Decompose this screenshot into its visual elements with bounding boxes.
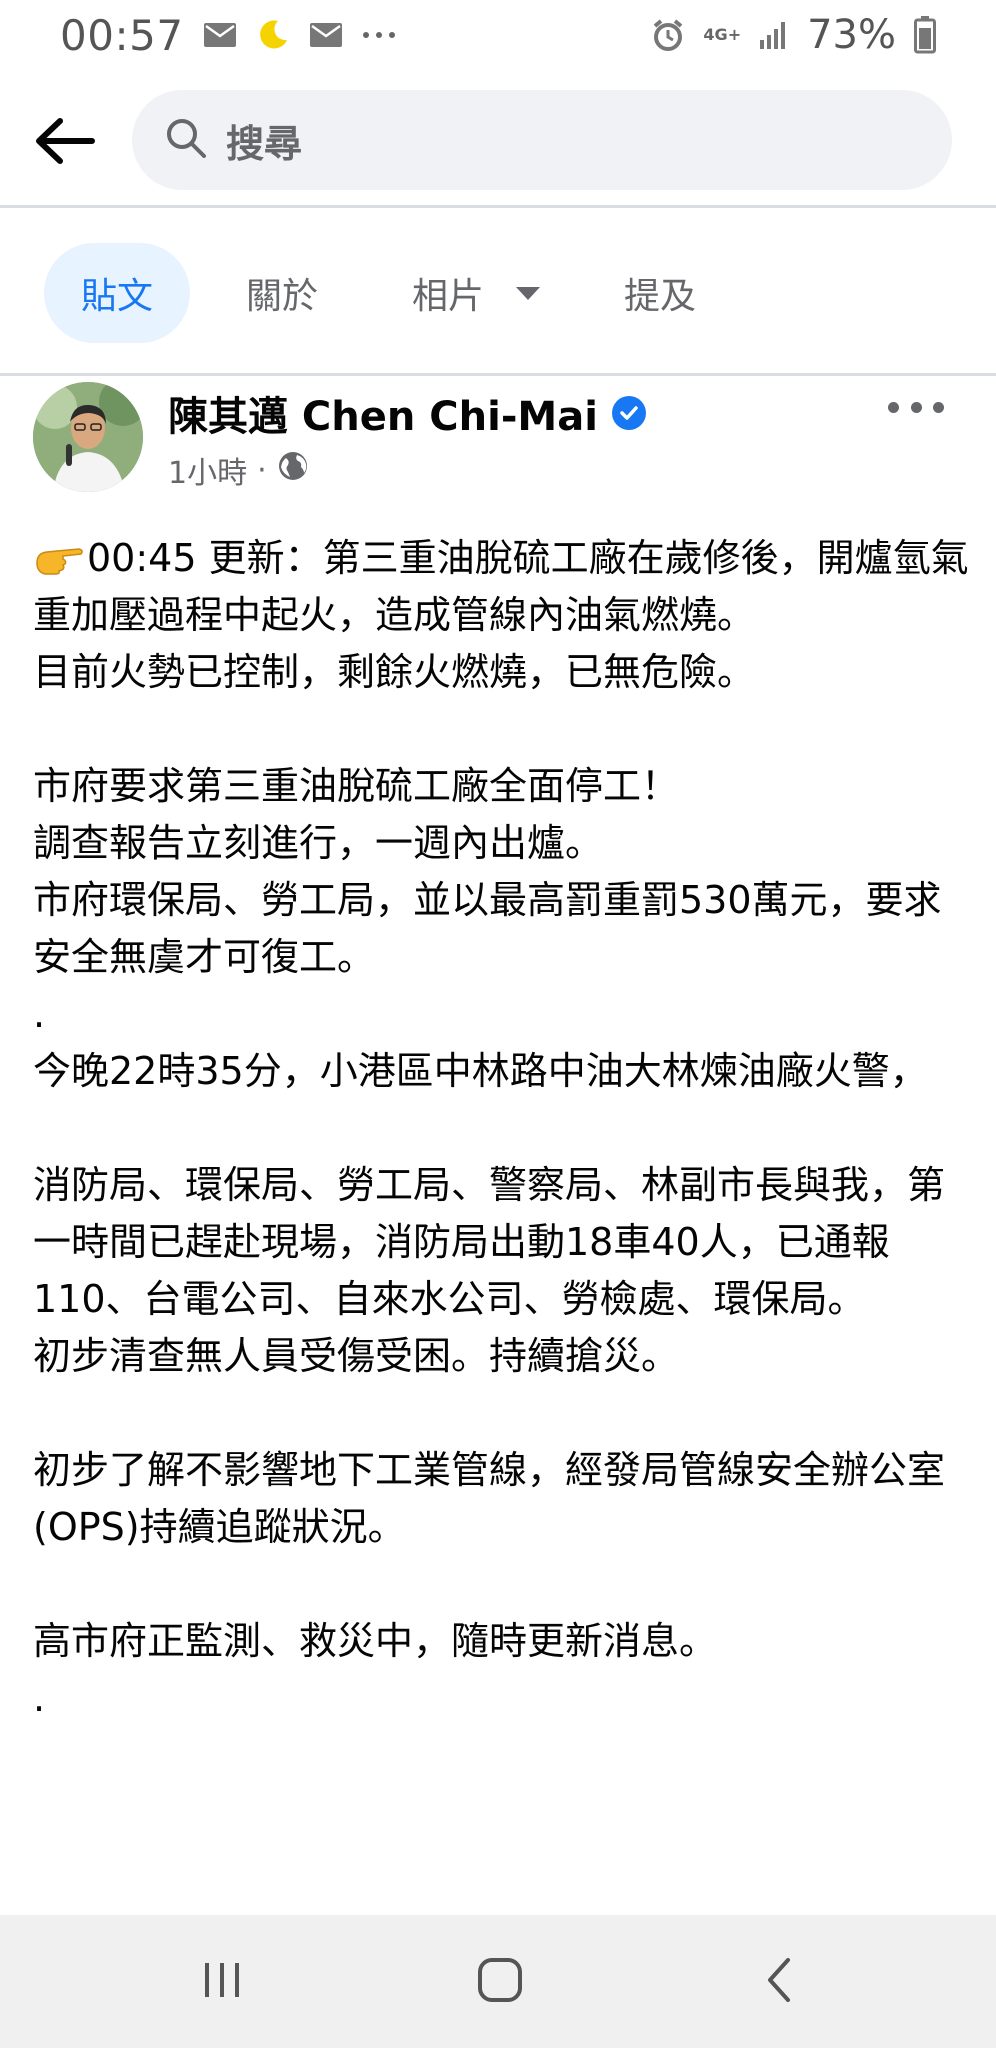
post-text: 消防局、環保局、勞工局、警察局、林副市長與我，第一時間已趕赴現場，消防局出動18…	[33, 1163, 946, 1378]
search-input[interactable]: 搜尋	[132, 90, 952, 190]
moon-icon	[256, 18, 290, 52]
network-icon: 4G+	[703, 27, 741, 43]
system-nav-bar	[0, 1915, 996, 2048]
search-icon	[164, 116, 208, 164]
pointing-hand-icon	[33, 534, 85, 575]
tab-label: 貼文	[80, 276, 153, 317]
post-author[interactable]: 陳其邁 Chen Chi-Mai	[168, 384, 646, 442]
signal-icon	[759, 20, 789, 50]
tab-label: 關於	[246, 276, 319, 317]
post-text: 00:45 更新：第三重油脫硫工廠在歲修後，開爐氫氣重加壓過程中起火，造成管線內…	[33, 536, 969, 694]
search-header: 搜尋	[0, 70, 996, 208]
tab-label: 提及	[624, 276, 697, 317]
tab-label: 相片	[412, 276, 485, 317]
post-paragraph: 消防局、環保局、勞工局、警察局、林副市長與我，第一時間已趕赴現場，消防局出動18…	[33, 1157, 973, 1385]
author-name: 陳其邁 Chen Chi-Mai	[168, 394, 598, 440]
caret-down-icon	[516, 286, 541, 300]
post-paragraph: 市府要求第三重油脫硫工廠全面停工！ 調查報告立刻進行，一週內出爐。 市府環保局、…	[33, 758, 973, 1100]
nav-back-icon[interactable]	[740, 1945, 820, 2015]
status-bar: 00:57 4G+ 73%	[0, 0, 996, 70]
post-text: 高市府正監測、救災中，隨時更新消息。 .	[33, 1619, 718, 1720]
post-header: 陳其邁 Chen Chi-Mai 1小時 ·	[0, 378, 996, 508]
battery-icon	[914, 16, 936, 54]
tab-about[interactable]: 關於	[246, 243, 318, 343]
post-paragraph: 初步了解不影響地下工業管線，經發局管線安全辦公室(OPS)持續追蹤狀況。	[33, 1442, 973, 1556]
status-time: 00:57	[60, 10, 184, 60]
mail-icon	[309, 23, 342, 47]
post-paragraph: 高市府正監測、救災中，隨時更新消息。 .	[33, 1613, 973, 1727]
battery-percent: 73%	[807, 12, 896, 58]
mail-icon	[203, 23, 236, 47]
post-paragraph: 00:45 更新：第三重油脫硫工廠在歲修後，開爐氫氣重加壓過程中起火，造成管線內…	[33, 530, 973, 701]
globe-icon	[277, 450, 309, 490]
back-arrow-icon[interactable]	[30, 106, 100, 176]
post-meta: 1小時 ·	[168, 448, 309, 492]
more-notifications-icon	[362, 30, 396, 40]
post-body: 00:45 更新：第三重油脫硫工廠在歲修後，開爐氫氣重加壓過程中起火，造成管線內…	[33, 530, 973, 1910]
more-options-icon[interactable]	[888, 392, 944, 422]
avatar[interactable]	[33, 382, 143, 492]
meta-separator: ·	[257, 452, 267, 488]
tab-posts[interactable]: 貼文	[44, 243, 190, 343]
tab-photos[interactable]: 相片	[412, 243, 541, 343]
network-type: 4G+	[703, 25, 742, 44]
alarm-icon	[651, 18, 685, 52]
profile-tabs: 貼文 關於 相片 提及	[0, 211, 996, 376]
home-icon[interactable]	[460, 1945, 540, 2015]
post-text: 市府要求第三重油脫硫工廠全面停工！ 調查報告立刻進行，一週內出爐。 市府環保局、…	[33, 764, 942, 1093]
tab-mentions[interactable]: 提及	[624, 243, 696, 343]
post-text: 初步了解不影響地下工業管線，經發局管線安全辦公室(OPS)持續追蹤狀況。	[33, 1448, 946, 1549]
search-placeholder: 搜尋	[226, 121, 303, 166]
verified-badge-icon	[611, 396, 646, 430]
recent-apps-icon[interactable]	[182, 1945, 262, 2015]
post-time[interactable]: 1小時	[168, 448, 247, 492]
